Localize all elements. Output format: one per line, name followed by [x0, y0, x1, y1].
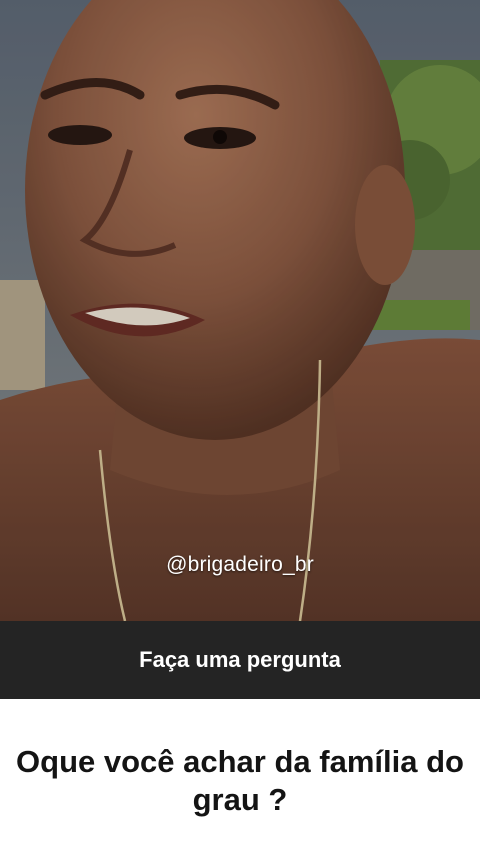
question-sticker-body: Oque você achar da família do grau ?	[0, 699, 480, 854]
story-screen: @brigadeiro_br Faça uma pergunta Oque vo…	[0, 0, 480, 854]
question-text: Oque você achar da família do grau ?	[16, 744, 464, 817]
video-frame[interactable]: @brigadeiro_br	[0, 0, 480, 621]
watermark-handle: @brigadeiro_br	[166, 553, 314, 576]
video-image	[0, 0, 480, 621]
question-sticker-title: Faça uma pergunta	[139, 647, 341, 672]
question-sticker-header: Faça uma pergunta	[0, 621, 480, 699]
